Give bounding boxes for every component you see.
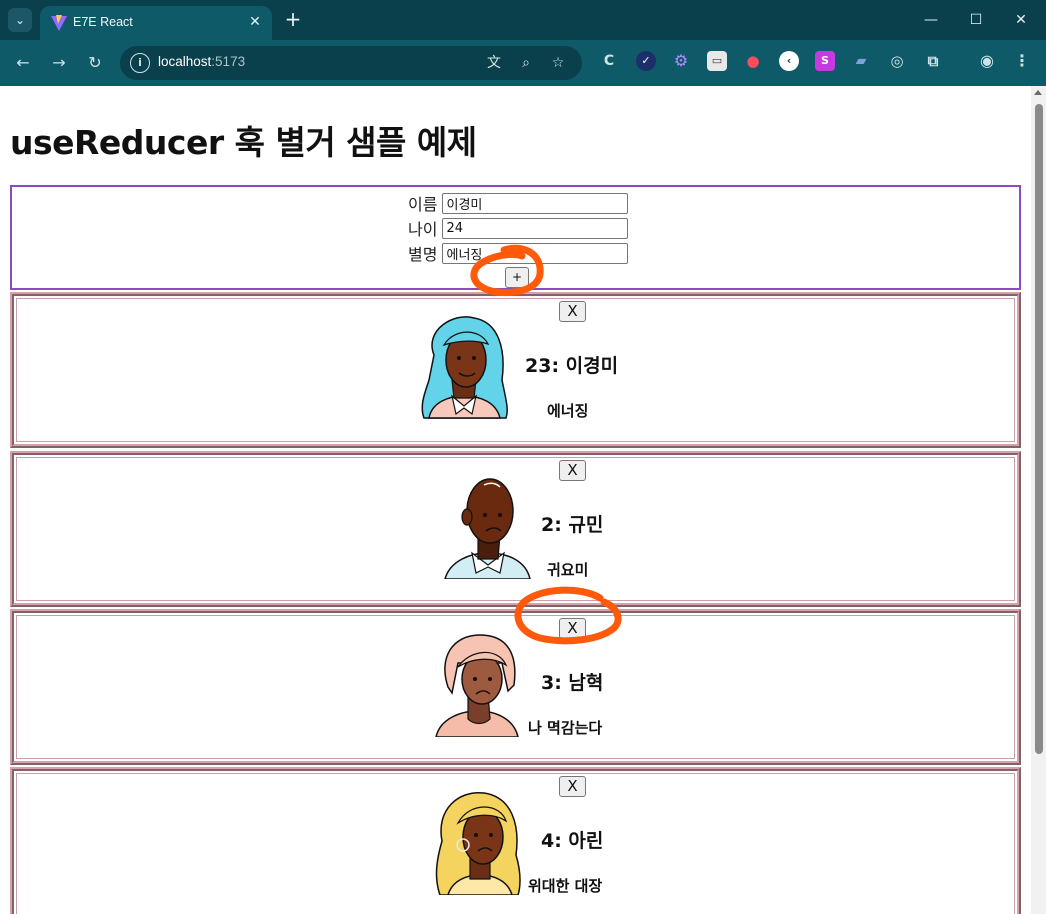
- yellow-hair-avatar-icon: [435, 792, 521, 895]
- extension-c-icon[interactable]: C: [599, 51, 619, 71]
- extension-flag-icon[interactable]: ▰: [851, 51, 871, 71]
- tab-close-icon[interactable]: ✕: [246, 13, 264, 31]
- nickname-row: 별명: [12, 241, 1019, 265]
- person-card: X 2: 규민 귀요미: [10, 451, 1021, 607]
- scroll-up-arrow-icon[interactable]: [1034, 90, 1042, 95]
- close-window-icon[interactable]: ✕: [1006, 8, 1036, 32]
- extension-check-icon[interactable]: ✓: [636, 51, 656, 71]
- translate-icon[interactable]: 文: [484, 53, 504, 73]
- extension-arrow-icon[interactable]: ‹: [779, 51, 799, 71]
- person-nickname: 귀요미: [547, 561, 589, 579]
- age-row: 나이: [12, 216, 1019, 240]
- person-card: X 23: 이경미 에너징: [10, 292, 1021, 448]
- tab-strip: ⌄ E7E React ✕ + — ☐ ✕: [0, 0, 1046, 40]
- person-nickname: 나 멱감는다: [528, 719, 603, 737]
- name-row: 이름: [12, 191, 1019, 215]
- bookmark-star-icon[interactable]: ☆: [548, 53, 568, 73]
- reload-icon[interactable]: ↻: [83, 51, 107, 75]
- vite-logo-icon: [51, 15, 67, 31]
- remove-button[interactable]: X: [559, 460, 586, 481]
- nickname-input[interactable]: [441, 242, 628, 264]
- address-bar[interactable]: i localhost:5173 文 ⌕ ☆: [120, 46, 582, 80]
- woman-blue-hair-avatar-icon: [421, 316, 508, 419]
- age-input[interactable]: [441, 217, 628, 239]
- person-heading: 4: 아린: [541, 830, 604, 852]
- add-person-form: 이름 나이 별명 +: [10, 185, 1021, 290]
- forward-icon[interactable]: →: [47, 51, 71, 75]
- browser-menu-icon[interactable]: ⋮: [1012, 51, 1032, 71]
- maximize-icon[interactable]: ☐: [961, 8, 991, 32]
- extension-bell-icon[interactable]: ●: [743, 51, 763, 71]
- minimize-icon[interactable]: —: [916, 8, 946, 32]
- new-tab-button[interactable]: +: [282, 9, 304, 31]
- tab-title: E7E React: [73, 15, 133, 29]
- site-info-icon[interactable]: i: [130, 53, 150, 73]
- person-card: X 3: 남혁 나 멱감는다: [10, 609, 1021, 765]
- zoom-icon[interactable]: ⌕: [516, 53, 536, 73]
- age-label: 나이: [408, 220, 438, 239]
- browser-tab[interactable]: E7E React ✕: [40, 6, 272, 40]
- extensions-puzzle-icon[interactable]: ⧉: [923, 51, 943, 71]
- name-input[interactable]: [441, 192, 628, 214]
- page-title: useReducer 훅 별거 샘플 예제: [10, 123, 477, 162]
- page-scrollbar[interactable]: [1031, 86, 1046, 914]
- remove-button[interactable]: X: [559, 618, 586, 639]
- person-nickname: 위대한 대장: [528, 877, 603, 895]
- remove-button[interactable]: X: [559, 776, 586, 797]
- person-nickname: 에너징: [547, 402, 589, 420]
- nickname-label: 별명: [408, 245, 438, 264]
- name-label: 이름: [408, 195, 438, 214]
- person-card: X 4: 아린 위대한 대장: [10, 767, 1021, 914]
- extension-window-icon[interactable]: ▭: [707, 51, 727, 71]
- bald-man-avatar-icon: [444, 478, 531, 579]
- url-text[interactable]: localhost:5173: [158, 54, 245, 69]
- scroll-thumb[interactable]: [1035, 104, 1043, 754]
- card-inner-border: [16, 298, 1015, 442]
- remove-button[interactable]: X: [559, 301, 586, 322]
- pink-hair-avatar-icon: [435, 634, 519, 737]
- person-heading: 23: 이경미: [525, 355, 619, 377]
- profile-icon[interactable]: ◉: [977, 51, 997, 71]
- back-icon[interactable]: ←: [11, 51, 35, 75]
- extension-gear-icon[interactable]: ⚙: [671, 51, 691, 71]
- extension-target-icon[interactable]: ◎: [887, 51, 907, 71]
- person-heading: 2: 규민: [541, 514, 604, 536]
- add-button[interactable]: +: [505, 267, 529, 288]
- page-viewport: useReducer 훅 별거 샘플 예제 이름 나이 별명 + X: [0, 86, 1046, 914]
- person-heading: 3: 남혁: [541, 672, 604, 694]
- extension-s-icon[interactable]: S: [815, 51, 835, 71]
- tab-search-button[interactable]: ⌄: [8, 8, 32, 32]
